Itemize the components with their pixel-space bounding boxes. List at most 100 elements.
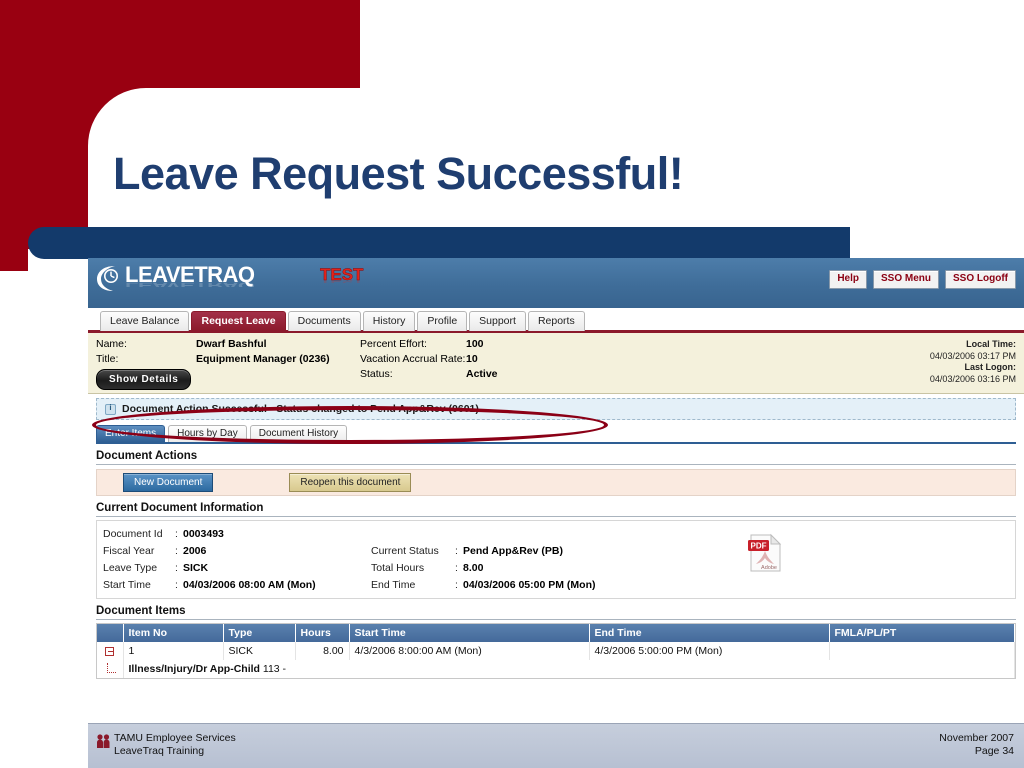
pdf-adobe-icon[interactable]: PDF Adobe — [747, 533, 783, 573]
sub-tab-bar: Enter Items Hours by Day Document Histor… — [96, 425, 1016, 444]
end-time-separator: : — [455, 578, 458, 591]
slide-footer: TAMU Employee Services LeaveTraq Trainin… — [88, 723, 1024, 768]
new-document-button[interactable]: New Document — [123, 473, 214, 492]
sso-menu-button[interactable]: SSO Menu — [872, 270, 939, 289]
column-header-end-time[interactable]: End Time — [589, 624, 830, 642]
app-logo[interactable]: LEAVETRAQ LEAVETRAQ — [96, 263, 255, 297]
employee-status-value: Active — [466, 368, 498, 380]
tab-request-leave[interactable]: Request Leave — [191, 311, 286, 331]
footer-org-line1: TAMU Employee Services — [114, 732, 236, 744]
tab-reports[interactable]: Reports — [527, 311, 585, 331]
employee-info-band: Name: Dwarf Bashful Title: Equipment Man… — [88, 333, 1024, 394]
cell-type: SICK — [223, 642, 296, 660]
detail-reason-text: Illness/Injury/Dr App-Child — [128, 663, 260, 675]
document-id-label: Document Id — [103, 527, 163, 540]
leavetraq-app-window: LEAVETRAQ LEAVETRAQ TEST TEST Help SSO M… — [88, 258, 1024, 723]
footer-meta: November 2007 Page 34 — [939, 732, 1014, 758]
column-header-fmla-pl-pt[interactable]: FMLA/PL/PT — [829, 624, 1015, 642]
table-header-row: Item No Type Hours Start Time End Time F… — [97, 624, 1015, 642]
start-time-row: Start Time : 04/03/2006 08:00 AM (Mon) E… — [103, 576, 1009, 593]
page-title: Leave Request Successful! — [113, 148, 684, 199]
show-details-button[interactable]: Show Details — [96, 369, 192, 390]
fiscal-year-label: Fiscal Year — [103, 544, 155, 557]
employee-title-label: Title: — [96, 353, 119, 365]
subtab-hours-by-day[interactable]: Hours by Day — [168, 425, 247, 442]
tab-support[interactable]: Support — [469, 311, 526, 331]
tab-history[interactable]: History — [362, 311, 416, 331]
footer-org-info: TAMU Employee Services LeaveTraq Trainin… — [96, 732, 236, 758]
tree-connector-icon — [107, 663, 117, 673]
last-logon-value: 04/03/2006 03:16 PM — [929, 373, 1016, 384]
document-id-separator: : — [175, 527, 178, 540]
employee-title-value: Equipment Manager (0236) — [196, 353, 330, 365]
document-actions-heading: Document Actions — [96, 450, 1016, 465]
document-id-value: 0003493 — [183, 527, 224, 540]
detail-reason-cell: Illness/Injury/Dr App-Child 113 - — [123, 660, 1015, 678]
svg-text:Adobe: Adobe — [761, 565, 777, 571]
local-time-label: Local Time: — [966, 339, 1016, 349]
vacation-accrual-rate-label: Vacation Accrual Rate: — [360, 353, 466, 365]
leave-type-value: SICK — [183, 561, 209, 574]
employee-name-value: Dwarf Bashful — [196, 338, 267, 350]
percent-effort-label: Percent Effort: — [360, 338, 427, 350]
expand-collapse-icon[interactable] — [105, 646, 115, 656]
current-status-label: Current Status — [371, 544, 439, 557]
sso-logoff-button[interactable]: SSO Logoff — [945, 270, 1016, 289]
cell-end-time: 4/3/2006 5:00:00 PM (Mon) — [589, 642, 830, 660]
main-tab-bar: Leave Balance Request Leave Documents Hi… — [88, 309, 1024, 333]
app-logo-reflection: LEAVETRAQ — [125, 283, 255, 287]
subtab-enter-items[interactable]: Enter Items — [96, 425, 166, 442]
current-status-value: Pend App&Rev (PB) — [463, 544, 563, 557]
fiscal-year-separator: : — [175, 544, 178, 557]
tab-leave-balance[interactable]: Leave Balance — [100, 311, 190, 331]
subtab-document-history[interactable]: Document History — [249, 425, 348, 442]
environment-badge: TEST TEST — [320, 266, 364, 291]
current-document-information-heading: Current Document Information — [96, 502, 1016, 517]
footer-org-line2: LeaveTraq Training — [114, 745, 205, 757]
employee-status-label: Status: — [360, 368, 393, 380]
cell-item-no: 1 — [123, 642, 224, 660]
status-message-text: Document Action Successful - Status chan… — [122, 403, 479, 415]
employee-name-label: Name: — [96, 338, 127, 350]
header-button-group: Help SSO Menu SSO Logoff — [829, 270, 1016, 289]
document-items-heading: Document Items — [96, 605, 1016, 620]
total-hours-label: Total Hours — [371, 561, 425, 574]
cell-hours: 8.00 — [295, 642, 350, 660]
leave-type-separator: : — [175, 561, 178, 574]
document-items-table-wrapper: Item No Type Hours Start Time End Time F… — [96, 623, 1016, 679]
tab-profile[interactable]: Profile — [417, 311, 468, 331]
footer-date: November 2007 — [939, 732, 1014, 744]
end-time-value: 04/03/2006 05:00 PM (Mon) — [463, 578, 596, 591]
table-row[interactable]: 1 SICK 8.00 4/3/2006 8:00:00 AM (Mon) 4/… — [97, 642, 1015, 660]
local-time-value: 04/03/2006 03:17 PM — [929, 350, 1016, 361]
start-time-value: 04/03/2006 08:00 AM (Mon) — [183, 578, 316, 591]
last-logon-label: Last Logon: — [964, 362, 1017, 372]
current-document-information-panel: Document Id : 0003493 Fiscal Year : 2006… — [96, 520, 1016, 599]
cell-fmla-pl-pt — [829, 642, 1015, 660]
reopen-document-button[interactable]: Reopen this document — [289, 473, 412, 492]
status-message-bar: Document Action Successful - Status chan… — [96, 398, 1016, 420]
slide-accent-blue-bar-extension — [120, 227, 850, 259]
column-header-start-time[interactable]: Start Time — [349, 624, 590, 642]
vacation-accrual-rate-value: 10 — [466, 353, 478, 365]
current-status-separator: : — [455, 544, 458, 557]
document-actions-panel: New Document Reopen this document — [96, 469, 1016, 496]
column-header-type[interactable]: Type — [223, 624, 296, 642]
column-header-hours[interactable]: Hours — [295, 624, 350, 642]
leave-type-row: Leave Type : SICK Total Hours : 8.00 — [103, 559, 1009, 576]
table-detail-row: Illness/Injury/Dr App-Child 113 - — [97, 660, 1015, 678]
tab-documents[interactable]: Documents — [287, 311, 361, 331]
clock-logo-icon — [96, 263, 122, 293]
column-header-item-no[interactable]: Item No — [123, 624, 224, 642]
start-time-separator: : — [175, 578, 178, 591]
app-header: LEAVETRAQ LEAVETRAQ TEST TEST Help SSO M… — [88, 258, 1024, 309]
help-button[interactable]: Help — [829, 270, 867, 289]
detail-reason-code: 113 - — [262, 663, 287, 675]
time-info-block: Local Time: 04/03/2006 03:17 PM Last Log… — [930, 339, 1016, 385]
fiscal-year-row: Fiscal Year : 2006 Current Status : Pend… — [103, 542, 1009, 559]
cell-start-time: 4/3/2006 8:00:00 AM (Mon) — [349, 642, 590, 660]
column-header-expand[interactable] — [97, 624, 124, 642]
row-expand-cell[interactable] — [97, 642, 124, 660]
footer-page-number: Page 34 — [974, 745, 1014, 757]
footer-left-spacer — [0, 723, 88, 768]
